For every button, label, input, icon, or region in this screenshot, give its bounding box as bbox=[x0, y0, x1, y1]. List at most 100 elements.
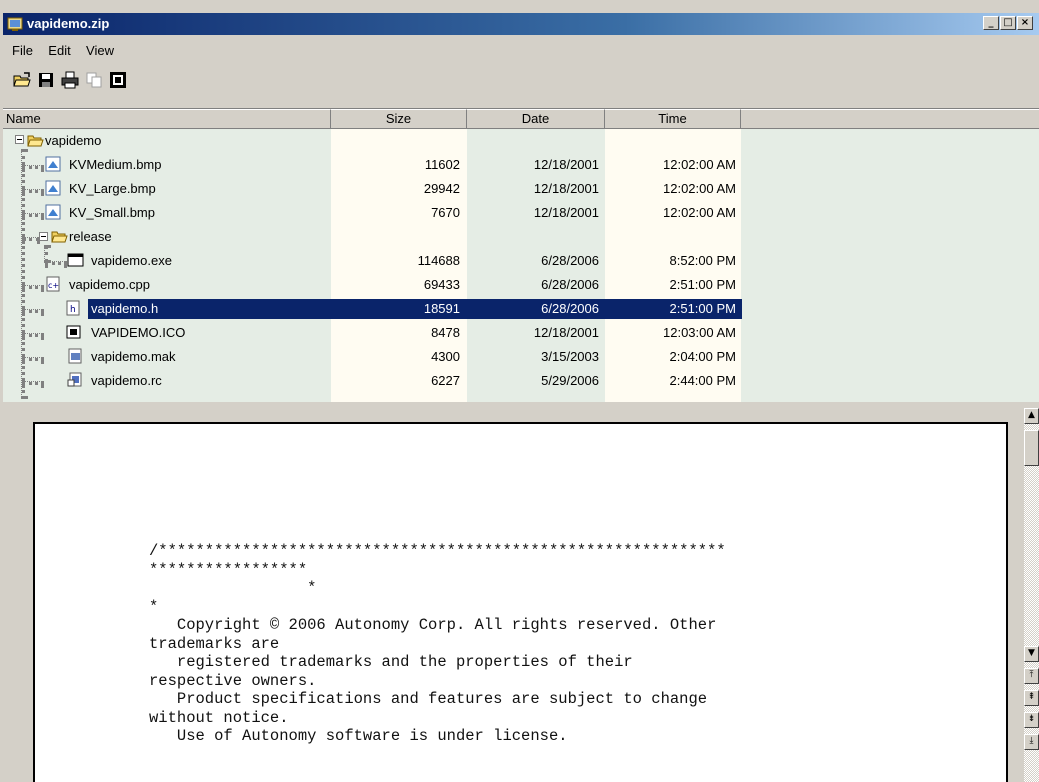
preview-line: Product specifications and features are … bbox=[149, 690, 708, 708]
file-name: vapidemo.h bbox=[91, 301, 159, 316]
menu-file[interactable]: File bbox=[12, 43, 33, 58]
file-preview-pane: /***************************************… bbox=[3, 408, 1039, 782]
file-time: 12:02:00 AM bbox=[663, 181, 736, 196]
file-name: KV_Large.bmp bbox=[69, 181, 156, 196]
bitmap-icon bbox=[45, 204, 61, 220]
file-date: 5/29/2006 bbox=[541, 373, 599, 388]
column-header-date[interactable]: Date bbox=[467, 109, 605, 129]
file-name: vapidemo.mak bbox=[91, 349, 176, 364]
open-folder-icon[interactable] bbox=[12, 70, 32, 90]
preview-line: Copyright © 2006 Autonomy Corp. All righ… bbox=[149, 616, 717, 634]
preview-line: registered trademarks and the properties… bbox=[149, 653, 633, 671]
tree-connector bbox=[45, 261, 67, 265]
collapse-icon[interactable] bbox=[15, 135, 25, 145]
page-up-icon[interactable]: ⇞ bbox=[1024, 690, 1039, 706]
file-date: 3/15/2003 bbox=[541, 349, 599, 364]
file-date: 12/18/2001 bbox=[533, 325, 599, 340]
file-date: 12/18/2001 bbox=[533, 157, 599, 172]
file-size: 11602 bbox=[424, 157, 460, 172]
menu-edit[interactable]: Edit bbox=[48, 43, 70, 58]
page-last-icon[interactable]: ⤓ bbox=[1024, 734, 1039, 750]
tree-folder-vapidemo[interactable]: vapidemo bbox=[3, 131, 743, 155]
preview-line: * bbox=[149, 597, 159, 616]
file-size: 18591 bbox=[423, 301, 460, 316]
file-date: 6/28/2006 bbox=[541, 253, 599, 268]
tree-folder-release[interactable]: release bbox=[3, 225, 743, 249]
scrollbar-thumb[interactable] bbox=[1024, 430, 1039, 466]
file-name: KV_Small.bmp bbox=[69, 205, 155, 220]
collapse-icon[interactable] bbox=[39, 232, 49, 242]
file-row[interactable]: KV_Large.bmp 29942 12/18/2001 12:02:00 A… bbox=[3, 177, 743, 201]
copy-icon[interactable] bbox=[84, 70, 104, 90]
file-time: 12:03:00 AM bbox=[663, 325, 736, 340]
preview-line: ***************** bbox=[149, 560, 308, 579]
tree-connector bbox=[22, 213, 44, 217]
file-row-selected[interactable]: h vapidemo.h 18591 6/28/2006 2:51:00 PM bbox=[3, 297, 743, 321]
tree-connector bbox=[22, 237, 40, 241]
menu-bar: File Edit View bbox=[12, 43, 126, 61]
column-header-empty bbox=[741, 109, 1039, 129]
tree-connector bbox=[22, 189, 44, 193]
minimize-button[interactable]: _ bbox=[983, 16, 999, 30]
file-time: 2:51:00 PM bbox=[669, 277, 737, 292]
file-row[interactable]: vapidemo.rc 6227 5/29/2006 2:44:00 PM bbox=[3, 369, 743, 393]
exe-icon bbox=[67, 253, 84, 267]
maximize-button[interactable]: □ bbox=[1000, 16, 1016, 30]
bitmap-icon bbox=[45, 180, 61, 196]
file-size: 29942 bbox=[423, 181, 460, 196]
preview-line: Use of Autonomy software is under licens… bbox=[149, 727, 568, 745]
file-row[interactable]: KVMedium.bmp 11602 12/18/2001 12:02:00 A… bbox=[3, 153, 743, 177]
file-row[interactable]: c+ vapidemo.cpp 69433 6/28/2006 2:51:00 … bbox=[3, 273, 743, 297]
open-folder-icon bbox=[51, 231, 68, 243]
empty-column-bg bbox=[741, 129, 1039, 403]
file-time: 2:44:00 PM bbox=[669, 373, 737, 388]
folder-name: vapidemo bbox=[45, 133, 102, 148]
header-file-icon: h bbox=[66, 300, 80, 316]
print-icon[interactable] bbox=[60, 70, 80, 90]
file-size: 6227 bbox=[431, 373, 460, 388]
page-first-icon[interactable]: ⤒ bbox=[1024, 668, 1039, 684]
preview-line: without notice. bbox=[149, 708, 289, 727]
vertical-scrollbar[interactable]: ▲ ▼ ⤒ ⇞ ⇟ ⤓ bbox=[1024, 408, 1039, 782]
file-time: 8:52:00 PM bbox=[669, 253, 737, 268]
file-name: vapidemo.rc bbox=[91, 373, 162, 388]
preview-line: /***************************************… bbox=[149, 542, 726, 560]
save-icon[interactable] bbox=[36, 70, 56, 90]
archive-file-tree: Name Size Date Time vapidemo KVMedium.bm… bbox=[3, 108, 1039, 403]
file-name: VAPIDEMO.ICO bbox=[91, 325, 186, 340]
column-header-size[interactable]: Size bbox=[331, 109, 467, 129]
window-title: vapidemo.zip bbox=[27, 16, 110, 31]
tree-connector bbox=[22, 333, 44, 337]
column-header-time[interactable]: Time bbox=[605, 109, 741, 129]
file-size: 4300 bbox=[431, 349, 460, 364]
file-row[interactable]: vapidemo.exe 114688 6/28/2006 8:52:00 PM bbox=[3, 249, 743, 273]
file-size: 114688 bbox=[417, 253, 460, 268]
properties-icon[interactable] bbox=[108, 70, 128, 90]
column-header-row: Name Size Date Time bbox=[3, 109, 1039, 129]
makefile-icon bbox=[68, 348, 82, 364]
page-down-icon[interactable]: ⇟ bbox=[1024, 712, 1039, 728]
close-button[interactable]: × bbox=[1017, 16, 1033, 30]
scroll-down-icon[interactable]: ▼ bbox=[1024, 646, 1039, 662]
preview-page: /***************************************… bbox=[33, 422, 1008, 782]
resource-file-icon bbox=[67, 372, 82, 387]
tree-connector bbox=[22, 285, 44, 289]
file-row[interactable]: KV_Small.bmp 7670 12/18/2001 12:02:00 AM bbox=[3, 201, 743, 225]
file-date: 12/18/2001 bbox=[533, 181, 599, 196]
preview-line: * bbox=[149, 579, 317, 597]
folder-name: release bbox=[69, 229, 112, 244]
file-time: 12:02:00 AM bbox=[663, 205, 736, 220]
file-time: 12:02:00 AM bbox=[663, 157, 736, 172]
file-size: 7670 bbox=[431, 205, 460, 220]
title-bar[interactable]: vapidemo.zip _ □ × bbox=[3, 13, 1039, 35]
menu-view[interactable]: View bbox=[86, 43, 114, 58]
column-header-name[interactable]: Name bbox=[3, 109, 331, 129]
file-name: vapidemo.cpp bbox=[69, 277, 150, 292]
file-time: 2:04:00 PM bbox=[669, 349, 737, 364]
file-row[interactable]: vapidemo.mak 4300 3/15/2003 2:04:00 PM bbox=[3, 345, 743, 369]
preview-line: trademarks are bbox=[149, 634, 280, 653]
file-date: 12/18/2001 bbox=[533, 205, 599, 220]
file-row[interactable]: VAPIDEMO.ICO 8478 12/18/2001 12:03:00 AM bbox=[3, 321, 743, 345]
tree-connector bbox=[22, 357, 44, 361]
scroll-up-icon[interactable]: ▲ bbox=[1024, 408, 1039, 424]
